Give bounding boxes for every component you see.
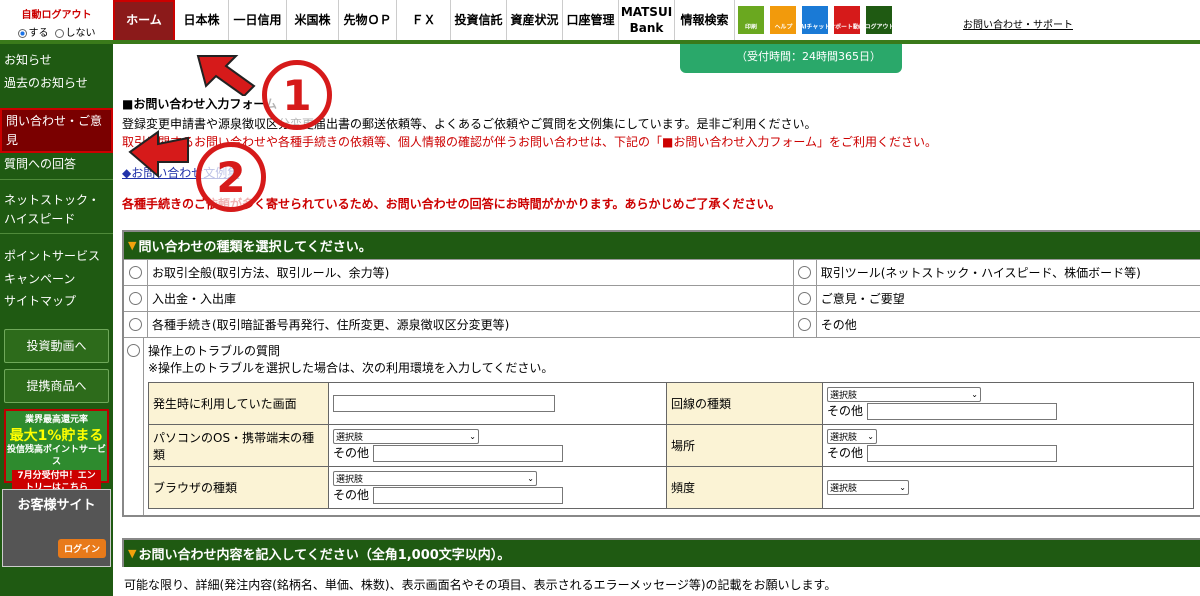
os-label: パソコンのOS・携帯端末の種類 bbox=[148, 424, 329, 467]
intro-text: 登録変更申請書や源泉徴収区分変更届出書の郵送依頼等、よくあるご依頼やご質問を文例… bbox=[122, 117, 817, 131]
os-other-input[interactable] bbox=[372, 445, 563, 462]
hours-bubble: （受付時間：24時間365日） bbox=[680, 44, 902, 73]
invest-video-button[interactable]: 投資動画へ bbox=[4, 328, 109, 363]
annotation-number-2: 2 bbox=[196, 142, 266, 212]
inquiry-type-row: 各種手続き(取引暗証番号再発行、住所変更、源泉徴収区分変更等) その他 bbox=[124, 311, 1200, 337]
inquiry-type-radio[interactable] bbox=[128, 292, 142, 305]
line-select[interactable]: 選択肢 ⌄ bbox=[827, 387, 981, 402]
inquiry-type-row: お取引全般(取引方法、取引ルール、余力等) 取引ツール(ネットストック・ハイスピー… bbox=[124, 259, 1200, 285]
auto-logout-on-radio[interactable]: する bbox=[17, 24, 49, 39]
inquiry-type-row: 入出金・入出庫 ご意見・ご要望 bbox=[124, 285, 1200, 311]
inquiry-type-label: お取引全般(取引方法、取引ルール、余力等) bbox=[151, 266, 390, 280]
browser-select[interactable]: 選択肢 ⌄ bbox=[333, 471, 537, 486]
login-button[interactable]: ログイン bbox=[57, 538, 106, 558]
triangle-icon: ▼ bbox=[128, 239, 137, 252]
os-select[interactable]: 選択肢 ⌄ bbox=[333, 429, 479, 444]
inquiry-type-radio[interactable] bbox=[798, 318, 812, 331]
partner-products-button[interactable]: 提携商品へ bbox=[4, 368, 109, 403]
inquiry-type-radio[interactable] bbox=[798, 292, 812, 305]
auto-logout: 自動ログアウト する しない bbox=[0, 0, 113, 42]
customer-site-banner[interactable]: お客様サイト ログイン bbox=[2, 488, 111, 567]
annotation-number-1: 1 bbox=[262, 60, 332, 130]
frequency-select[interactable]: 選択肢 ⌄ bbox=[827, 480, 909, 495]
screen-label: 発生時に利用していた画面 bbox=[148, 382, 329, 425]
inquiry-type-label: 各種手続き(取引暗証番号再発行、住所変更、源泉徴収区分変更等) bbox=[151, 318, 510, 332]
nav-underline bbox=[0, 40, 1200, 44]
frequency-label: 頻度 bbox=[666, 466, 823, 509]
inquiry-type-radio[interactable] bbox=[798, 266, 812, 279]
content-note: 可能な限り、詳細(発注内容(銘柄名、単価、株数)、表示画面名やその項目、表示され… bbox=[124, 578, 837, 592]
auto-logout-off-radio[interactable]: しない bbox=[54, 24, 96, 39]
triangle-icon: ▼ bbox=[128, 547, 137, 560]
main-nav: ホーム 日本株 一日信用 米国株 先物ＯＰ ＦＸ 投資信託 資産状況 口座管理 MATSUI Ba… bbox=[113, 0, 735, 42]
inquiry-type-header: 問い合わせの種類を選択してください。 bbox=[138, 240, 372, 255]
nav-tab-1[interactable]: 日本株 bbox=[175, 0, 229, 42]
nav-tab-4[interactable]: 先物ＯＰ bbox=[339, 0, 397, 42]
trouble-note: ※操作上のトラブルを選択した場合は、次の利用環境を入力してください。 bbox=[148, 361, 554, 375]
ai-chat-icon[interactable]: AIチャット bbox=[800, 6, 830, 34]
browser-label: ブラウザの種類 bbox=[148, 466, 329, 509]
radio-trouble[interactable] bbox=[127, 344, 140, 357]
inquiry-type-label: 入出金・入出庫 bbox=[151, 292, 236, 306]
nav-tab-2[interactable]: 一日信用 bbox=[229, 0, 287, 42]
inquiry-type-label: ご意見・ご要望 bbox=[820, 292, 905, 306]
place-label: 場所 bbox=[666, 424, 823, 467]
sidebar-item-news[interactable]: お知らせ bbox=[0, 49, 113, 72]
nav-tab-6[interactable]: 投資信託 bbox=[451, 0, 507, 42]
nav-tab-5[interactable]: ＦＸ bbox=[397, 0, 451, 42]
arrow-annotation-1 bbox=[196, 55, 256, 96]
nav-tab-7[interactable]: 資産状況 bbox=[507, 0, 563, 42]
line-other-input[interactable] bbox=[866, 403, 1057, 420]
sidebar-item-answers[interactable]: 質問への回答 bbox=[0, 153, 113, 176]
sidebar-item-campaign[interactable]: キャンペーン bbox=[0, 268, 113, 291]
form-section-title: ■お問い合わせ入力フォーム bbox=[122, 97, 277, 111]
nav-tab-8[interactable]: 口座管理 bbox=[563, 0, 619, 42]
nav-tab-9[interactable]: MATSUI Bank bbox=[619, 0, 675, 42]
inquiry-type-radio[interactable] bbox=[128, 266, 142, 279]
content-box: ▼ お問い合わせ内容を記入してください（全角1,000文字以内）。 bbox=[122, 538, 1200, 567]
browser-other-input[interactable] bbox=[372, 487, 563, 504]
utility-icons: 印刷 ヘルプ AIチャット サポート動画 ログアウト bbox=[738, 6, 894, 34]
arrow-annotation-2 bbox=[128, 130, 189, 179]
support-link[interactable]: お問い合わせ・サポート bbox=[963, 16, 1073, 31]
auto-logout-title: 自動ログアウト bbox=[21, 10, 92, 21]
nav-tab-3[interactable]: 米国株 bbox=[287, 0, 339, 42]
screen-input[interactable] bbox=[333, 395, 555, 412]
inquiry-type-radio[interactable] bbox=[128, 318, 142, 331]
promo-banner[interactable]: 業界最高還元率 最大1%貯まる 投信残高ポイントサービス 7月分受付中！エントリ… bbox=[4, 408, 109, 496]
sidebar-item-past-news[interactable]: 過去のお知らせ bbox=[0, 72, 113, 95]
nav-tab-10[interactable]: 情報検索 bbox=[675, 0, 735, 42]
sidebar: お知らせ 過去のお知らせ 問い合わせ・ご意見 質問への回答 ネットストック・ハイ… bbox=[0, 44, 113, 596]
support-video-icon[interactable]: サポート動画 bbox=[829, 6, 865, 34]
environment-table: 発生時に利用していた画面 回線の種類 選択肢 ⌄ その他 パソコンのOS・携帯端末… bbox=[148, 382, 1194, 509]
inquiry-type-label: 取引ツール(ネットストック・ハイスピード、株価ボード等) bbox=[820, 266, 1141, 280]
print-icon[interactable]: 印刷 bbox=[738, 6, 764, 34]
inquiry-type-label: その他 bbox=[820, 318, 857, 332]
sidebar-item-sitemap[interactable]: サイトマップ bbox=[0, 290, 113, 313]
place-select[interactable]: 選択肢 ⌄ bbox=[827, 429, 877, 444]
sidebar-item-inquiry[interactable]: 問い合わせ・ご意見 bbox=[0, 108, 113, 154]
content-header: お問い合わせ内容を記入してください（全角1,000文字以内）。 bbox=[138, 548, 511, 563]
inquiry-type-box: ▼ 問い合わせの種類を選択してください。 お取引全般(取引方法、取引ルール、余力等… bbox=[122, 230, 1200, 517]
sidebar-item-points[interactable]: ポイントサービス bbox=[0, 245, 113, 268]
nav-tab-0[interactable]: ホーム bbox=[113, 0, 175, 42]
top-bar: 自動ログアウト する しない ホーム 日本株 一日信用 米国株 先物ＯＰ ＦＸ 投資信託 資産… bbox=[0, 0, 1200, 42]
trouble-title: 操作上のトラブルの質問 bbox=[148, 344, 281, 358]
logout-icon[interactable]: ログアウト bbox=[864, 6, 894, 34]
sidebar-item-netstock[interactable]: ネットストック・ハイスピード bbox=[0, 189, 113, 230]
place-other-input[interactable] bbox=[866, 445, 1057, 462]
line-label: 回線の種類 bbox=[666, 382, 823, 425]
help-icon[interactable]: ヘルプ bbox=[770, 6, 796, 34]
